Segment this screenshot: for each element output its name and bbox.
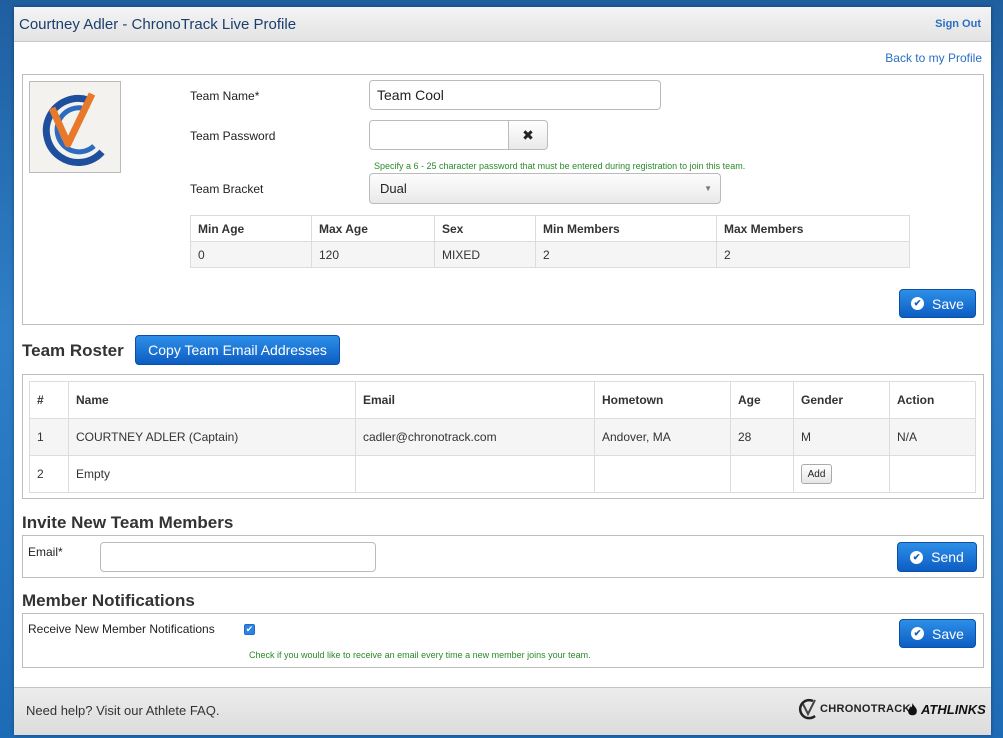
- team-name-label: Team Name*: [190, 89, 260, 103]
- invite-email-label: Email*: [28, 545, 63, 559]
- chronotrack-wordmark: CHRONOTRACK: [820, 703, 911, 715]
- bracket-header-max-age: Max Age: [311, 215, 435, 242]
- clear-password-button[interactable]: ✖: [508, 120, 548, 150]
- send-label: Send: [931, 549, 964, 565]
- team-details-panel: Team Name* Team Cool Team Password ✖ Spe…: [22, 74, 984, 325]
- roster-header: Email: [355, 381, 595, 419]
- athlinks-wordmark: ATHLINKS: [921, 702, 986, 717]
- roster-cell: Add: [793, 455, 890, 493]
- bracket-header-min-age: Min Age: [190, 215, 312, 242]
- team-roster-panel: # Name Email Hometown Age Gender Action …: [22, 374, 984, 499]
- team-password-label: Team Password: [190, 129, 276, 143]
- roster-cell: [594, 455, 731, 493]
- team-name-input[interactable]: Team Cool: [369, 80, 661, 110]
- bracket-header-sex: Sex: [434, 215, 536, 242]
- roster-table: # Name Email Hometown Age Gender Action …: [29, 381, 976, 493]
- bracket-table: Min Age Max Age Sex Min Members Max Memb…: [190, 215, 910, 268]
- save-team-label: Save: [932, 295, 964, 312]
- table-row: 1 COURTNEY ADLER (Captain) cadler@chrono…: [29, 418, 976, 456]
- roster-cell: cadler@chronotrack.com: [355, 418, 595, 456]
- bracket-cell: 2: [716, 241, 910, 268]
- copy-team-emails-label: Copy Team Email Addresses: [148, 342, 327, 358]
- receive-notifications-checkbox[interactable]: ✔: [244, 624, 255, 635]
- team-bracket-select[interactable]: Dual ▼: [369, 173, 721, 204]
- athlete-faq-link[interactable]: Need help? Visit our Athlete FAQ.: [26, 703, 219, 718]
- bracket-cell: 0: [190, 241, 312, 268]
- roster-cell: 28: [730, 418, 794, 456]
- roster-cell: M: [793, 418, 890, 456]
- check-circle-icon: ✔: [911, 627, 925, 640]
- roster-header: Hometown: [594, 381, 731, 419]
- roster-header: Age: [730, 381, 794, 419]
- roster-header: Name: [68, 381, 356, 419]
- roster-cell: [730, 455, 794, 493]
- invite-panel: Email* ✔ Send: [22, 535, 984, 578]
- top-bar: Courtney Adler - ChronoTrack Live Profil…: [14, 7, 991, 42]
- bracket-header-min-members: Min Members: [535, 215, 717, 242]
- roster-cell: Empty: [68, 455, 356, 493]
- roster-cell: 1: [29, 418, 69, 456]
- footer: Need help? Visit our Athlete FAQ. CHRONO…: [14, 687, 991, 735]
- team-logo: [29, 81, 121, 173]
- roster-cell: N/A: [889, 418, 976, 456]
- chronotrack-brand: CHRONOTRACK: [798, 698, 911, 720]
- add-member-button[interactable]: Add: [801, 464, 832, 484]
- team-bracket-label: Team Bracket: [190, 182, 264, 196]
- roster-cell: [889, 455, 976, 493]
- roster-header: #: [29, 381, 69, 419]
- roster-cell: 2: [29, 455, 69, 493]
- bracket-cell: MIXED: [434, 241, 536, 268]
- flame-icon: [908, 702, 917, 715]
- check-circle-icon: ✔: [911, 297, 925, 310]
- roster-cell: COURTNEY ADLER (Captain): [68, 418, 356, 456]
- page-title: Courtney Adler - ChronoTrack Live Profil…: [19, 15, 297, 33]
- check-circle-icon: ✔: [910, 550, 924, 564]
- bracket-cell: 120: [311, 241, 435, 268]
- table-row: 2 Empty Add: [29, 455, 976, 493]
- invite-heading: Invite New Team Members: [22, 513, 234, 532]
- copy-team-emails-button[interactable]: Copy Team Email Addresses: [135, 335, 340, 365]
- close-icon: ✖: [522, 126, 534, 143]
- roster-header: Gender: [793, 381, 890, 419]
- bracket-header-max-members: Max Members: [716, 215, 910, 242]
- check-icon: ✔: [245, 624, 254, 634]
- roster-cell: Andover, MA: [594, 418, 731, 456]
- bracket-cell: 2: [535, 241, 717, 268]
- save-notifications-label: Save: [932, 625, 964, 642]
- receive-notifications-label: Receive New Member Notifications: [28, 622, 215, 636]
- back-to-profile-link[interactable]: Back to my Profile: [885, 51, 982, 65]
- save-team-button[interactable]: ✔ Save: [899, 289, 976, 318]
- notifications-hint: Check if you would like to receive an em…: [249, 650, 591, 660]
- team-password-input[interactable]: [369, 120, 509, 150]
- send-invite-button[interactable]: ✔ Send: [897, 542, 977, 572]
- team-bracket-value: Dual: [380, 181, 407, 196]
- chevron-down-icon: ▼: [704, 184, 712, 193]
- chronotrack-logo-icon: [42, 92, 105, 166]
- notifications-heading: Member Notifications: [22, 591, 195, 610]
- athlinks-brand: ATHLINKS: [907, 702, 986, 717]
- team-roster-heading: Team Roster: [22, 341, 124, 360]
- password-hint: Specify a 6 - 25 character password that…: [374, 161, 746, 171]
- roster-cell: [355, 455, 595, 493]
- notifications-panel: Receive New Member Notifications ✔ Check…: [22, 613, 984, 668]
- sign-out-link[interactable]: Sign Out: [935, 18, 981, 30]
- chronotrack-mark-icon: [798, 698, 816, 720]
- app-window: Courtney Adler - ChronoTrack Live Profil…: [14, 7, 991, 735]
- save-notifications-button[interactable]: ✔ Save: [899, 619, 976, 648]
- roster-header: Action: [889, 381, 976, 419]
- invite-email-input[interactable]: [100, 542, 376, 572]
